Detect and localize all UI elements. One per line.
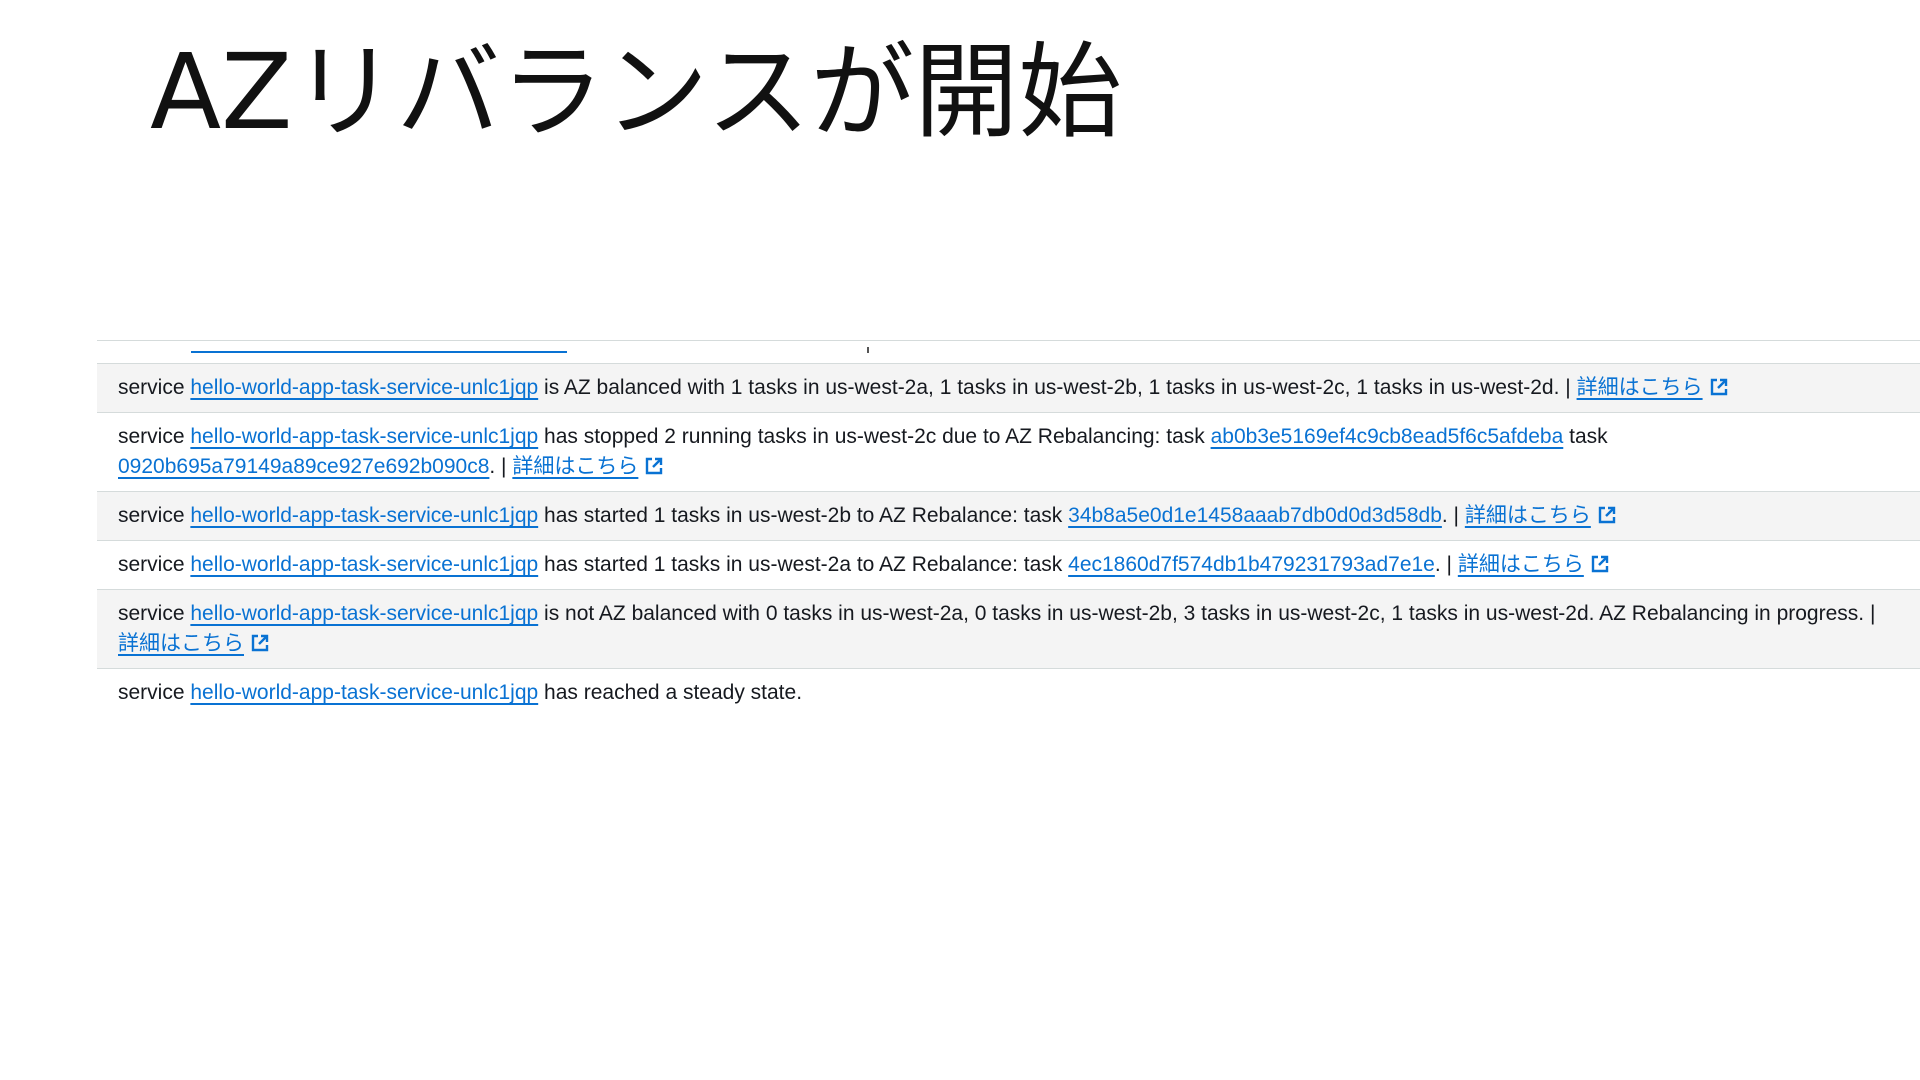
event-text: is not AZ balanced with 0 tasks in us-we…	[544, 602, 1876, 625]
log-entry: service hello-world-app-task-service-unl…	[97, 669, 1920, 717]
details-link[interactable]: 詳細はこちら	[1458, 553, 1610, 576]
details-link-label: 詳細はこちら	[1464, 504, 1591, 527]
service-link[interactable]: hello-world-app-task-service-unlc1jqp	[190, 425, 538, 448]
event-text: has started 1 tasks in us-west-2a to AZ …	[544, 553, 1063, 576]
event-text: . |	[489, 455, 507, 478]
clipped-log-row	[97, 341, 1920, 363]
event-text: has started 1 tasks in us-west-2b to AZ …	[544, 504, 1063, 527]
details-link-label: 詳細はこちら	[1457, 553, 1584, 576]
event-text: . |	[1434, 553, 1452, 576]
details-link-label: 詳細はこちら	[512, 455, 639, 478]
task-link[interactable]: 34b8a5e0d1e1458aaab7db0d0d3d58db	[1068, 504, 1442, 527]
external-link-icon	[644, 456, 664, 476]
log-entry: service hello-world-app-task-service-unl…	[97, 363, 1920, 413]
event-text: has stopped 2 running tasks in us-west-2…	[544, 425, 1205, 448]
clipped-text-fragment	[867, 347, 869, 353]
event-text: task	[1569, 425, 1608, 448]
service-word: service	[118, 376, 185, 399]
task-link[interactable]: 4ec1860d7f574db1b479231793ad7e1e	[1068, 553, 1435, 576]
event-text: . |	[1441, 504, 1459, 527]
details-link[interactable]: 詳細はこちら	[118, 632, 270, 655]
event-text: is AZ balanced with 1 tasks in us-west-2…	[544, 376, 1571, 399]
log-entry: service hello-world-app-task-service-unl…	[97, 541, 1920, 590]
service-link[interactable]: hello-world-app-task-service-unlc1jqp	[190, 602, 538, 625]
service-link[interactable]: hello-world-app-task-service-unlc1jqp	[190, 681, 538, 704]
external-link-icon	[250, 633, 270, 653]
details-link-label: 詳細はこちら	[118, 632, 244, 655]
service-events-log: service hello-world-app-task-service-unl…	[97, 340, 1920, 717]
clipped-service-link	[191, 351, 567, 353]
service-link[interactable]: hello-world-app-task-service-unlc1jqp	[190, 553, 538, 576]
external-link-icon	[1709, 377, 1729, 397]
task-link[interactable]: ab0b3e5169ef4c9cb8ead5f6c5afdeba	[1211, 425, 1564, 448]
service-word: service	[118, 602, 185, 625]
task-link[interactable]: 0920b695a79149a89ce927e692b090c8	[118, 455, 489, 478]
details-link-label: 詳細はこちら	[1576, 376, 1703, 399]
log-rows: service hello-world-app-task-service-unl…	[97, 363, 1920, 717]
service-word: service	[118, 504, 185, 527]
slide-title: AZリバランスが開始	[150, 31, 1123, 153]
event-text: has reached a steady state.	[544, 681, 803, 704]
external-link-icon	[1597, 505, 1617, 525]
service-word: service	[118, 425, 185, 448]
service-link[interactable]: hello-world-app-task-service-unlc1jqp	[190, 504, 538, 527]
details-link[interactable]: 詳細はこちら	[512, 455, 664, 478]
log-entry: service hello-world-app-task-service-unl…	[97, 492, 1920, 541]
external-link-icon	[1590, 554, 1610, 574]
service-word: service	[118, 553, 185, 576]
details-link[interactable]: 詳細はこちら	[1577, 376, 1729, 399]
service-link[interactable]: hello-world-app-task-service-unlc1jqp	[190, 376, 538, 399]
log-entry: service hello-world-app-task-service-unl…	[97, 590, 1920, 669]
service-word: service	[118, 681, 185, 704]
log-entry: service hello-world-app-task-service-unl…	[97, 413, 1920, 492]
details-link[interactable]: 詳細はこちら	[1465, 504, 1617, 527]
